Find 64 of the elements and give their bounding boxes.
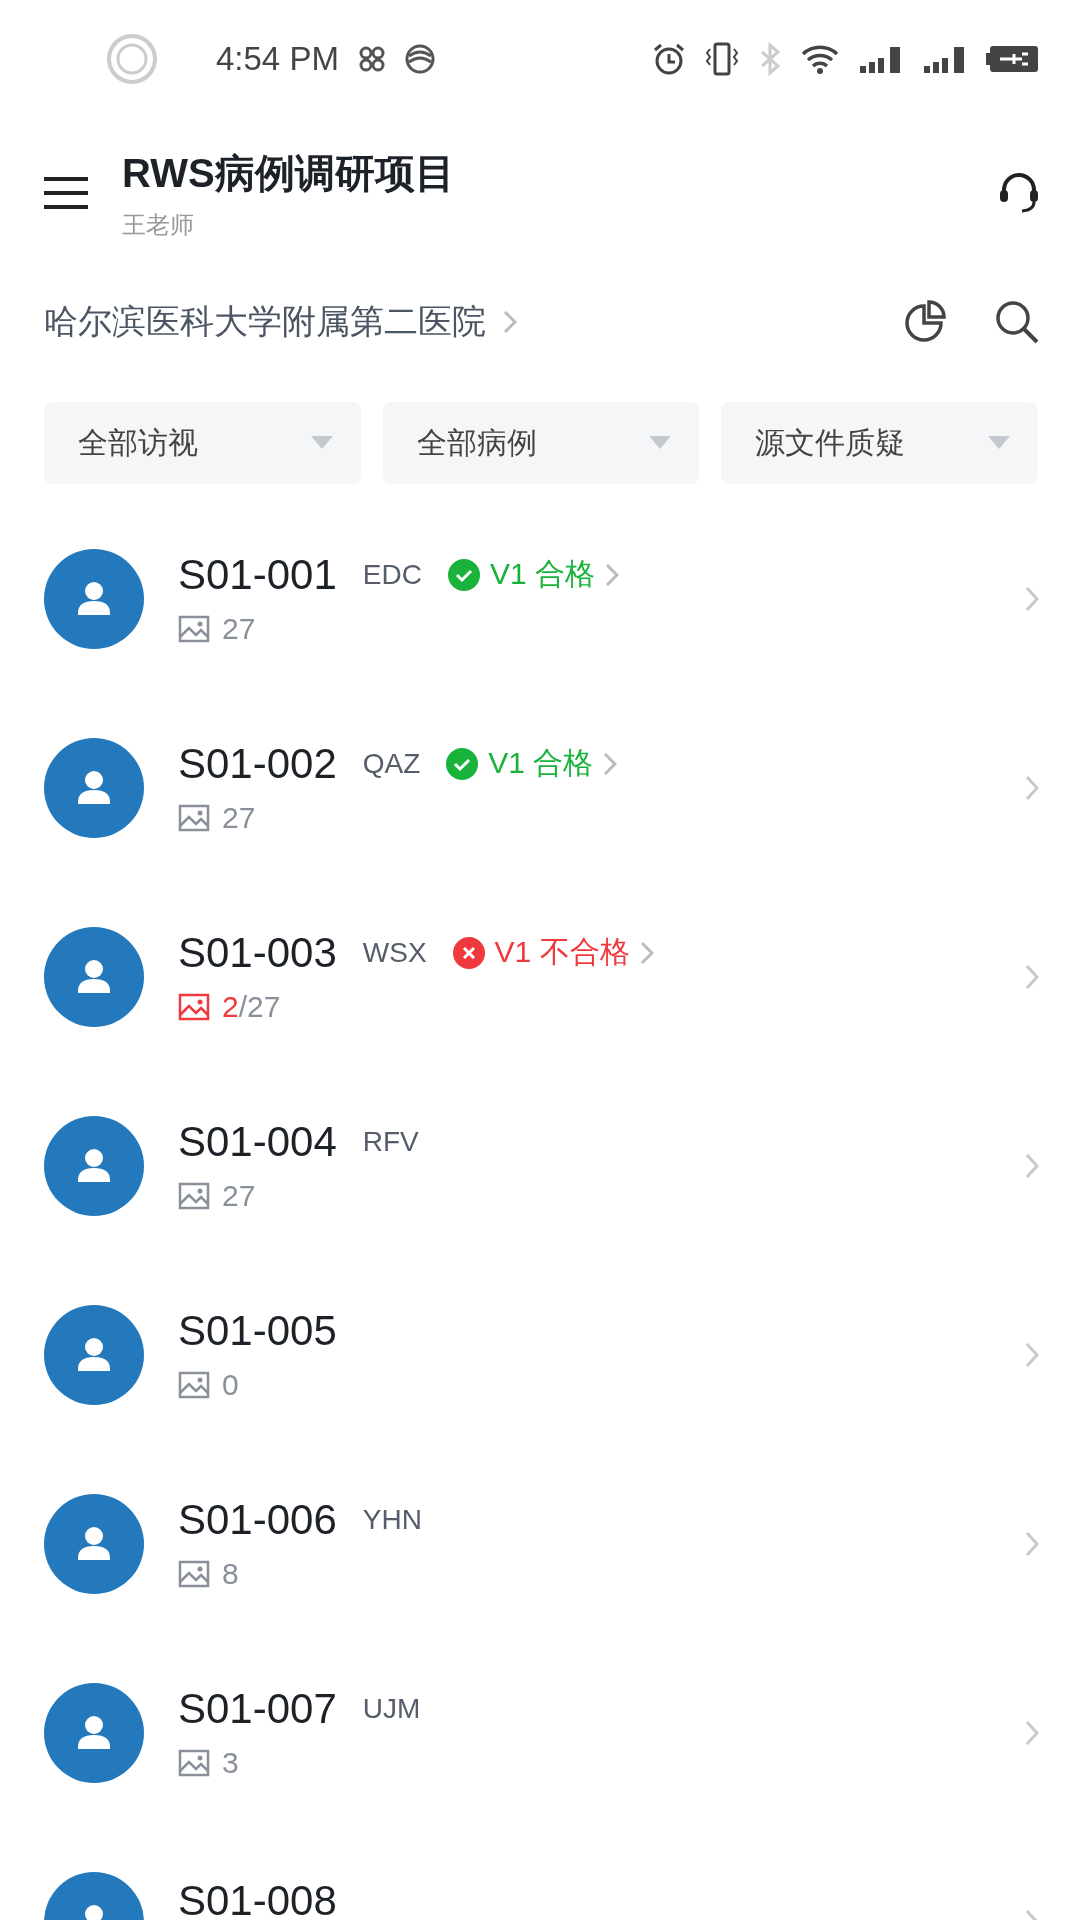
filter-dropdown[interactable]: 全部访视 bbox=[44, 402, 361, 484]
case-id: S01-008 bbox=[178, 1877, 337, 1920]
case-id: S01-006 bbox=[178, 1496, 337, 1543]
avatar-icon bbox=[44, 548, 144, 649]
filter-dropdown[interactable]: 全部病例 bbox=[382, 402, 700, 484]
project-title: RWS病例调研项目 bbox=[122, 149, 456, 197]
battery-charging-icon bbox=[986, 44, 1040, 74]
search-icon[interactable] bbox=[994, 299, 1040, 345]
carrier-icon bbox=[404, 44, 435, 74]
case-id: S01-002 bbox=[178, 740, 337, 787]
image-count: 3 bbox=[222, 1745, 239, 1780]
dropdown-triangle-icon bbox=[988, 436, 1010, 450]
image-count: 2/27 bbox=[222, 989, 281, 1024]
menu-icon[interactable] bbox=[44, 176, 88, 210]
ring-icon bbox=[106, 33, 158, 85]
case-row[interactable]: S01-002 QAZ V1 合格 27 bbox=[0, 693, 1080, 882]
case-row[interactable]: S01-006 YHN 8 bbox=[0, 1449, 1080, 1638]
case-initials: RFV bbox=[362, 1125, 419, 1158]
case-initials: QAZ bbox=[362, 747, 421, 780]
case-id: S01-007 bbox=[178, 1685, 337, 1732]
hospital-selector[interactable]: 哈尔滨医科大学附属第二医院 bbox=[44, 299, 518, 345]
wifi-icon bbox=[800, 43, 840, 75]
image-count: 27 bbox=[222, 1178, 256, 1213]
filter-dropdown[interactable]: 源文件质疑 bbox=[721, 402, 1038, 484]
avatar-icon bbox=[44, 926, 144, 1027]
case-initials: YHN bbox=[362, 1503, 422, 1536]
vibrate-icon bbox=[704, 41, 740, 77]
case-row[interactable]: S01-003 WSX V1 不合格 2/27 bbox=[0, 882, 1080, 1071]
avatar-icon bbox=[44, 1493, 144, 1594]
avatar-icon bbox=[44, 1304, 144, 1405]
case-initials: WSX bbox=[362, 936, 427, 969]
image-icon bbox=[178, 614, 210, 643]
image-icon bbox=[178, 1181, 210, 1210]
user-name: 王老师 bbox=[122, 209, 195, 240]
case-row[interactable]: S01-004 RFV 27 bbox=[0, 1071, 1080, 1260]
image-count: 0 bbox=[222, 1367, 239, 1402]
case-id: S01-004 bbox=[178, 1118, 337, 1165]
image-icon bbox=[178, 803, 210, 832]
image-icon bbox=[178, 992, 210, 1021]
avatar-icon bbox=[44, 1682, 144, 1783]
case-row[interactable]: S01-007 UJM 3 bbox=[0, 1638, 1080, 1827]
dropdown-triangle-icon bbox=[310, 436, 333, 450]
avatar-icon bbox=[44, 1115, 144, 1216]
visit-status-link[interactable]: V1 不合格 bbox=[452, 932, 654, 973]
image-count: 27 bbox=[222, 611, 256, 646]
case-id: S01-001 bbox=[178, 551, 337, 598]
case-initials: UJM bbox=[362, 1692, 421, 1725]
image-count: 8 bbox=[222, 1556, 239, 1591]
alarm-icon bbox=[652, 42, 686, 76]
bluetooth-icon bbox=[758, 42, 782, 76]
case-id: S01-003 bbox=[178, 929, 337, 976]
pie-chart-icon[interactable] bbox=[904, 300, 948, 344]
case-id: S01-005 bbox=[178, 1307, 337, 1354]
case-row[interactable]: S01-001 EDC V1 合格 27 bbox=[0, 504, 1080, 693]
clock-time: 4:54 PM bbox=[216, 40, 339, 78]
image-icon bbox=[178, 1748, 210, 1777]
case-row[interactable]: S01-005 0 bbox=[0, 1260, 1080, 1449]
image-count: 27 bbox=[222, 800, 256, 835]
dropdown-triangle-icon bbox=[649, 436, 672, 450]
case-initials: EDC bbox=[362, 558, 422, 591]
case-row[interactable]: S01-008 bbox=[0, 1827, 1080, 1920]
image-icon bbox=[178, 1559, 210, 1588]
image-icon bbox=[178, 1370, 210, 1399]
avatar-icon bbox=[44, 737, 144, 838]
